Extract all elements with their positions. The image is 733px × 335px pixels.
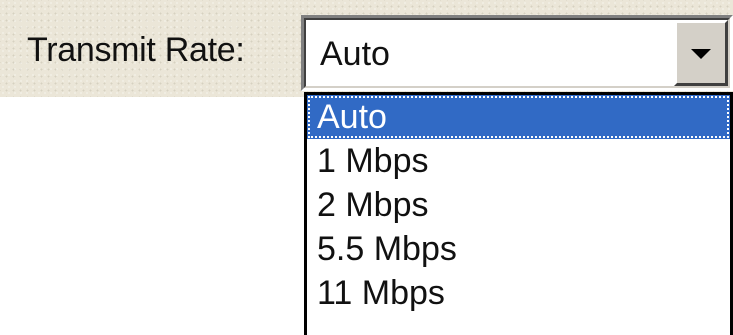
combobox-frame: Auto	[304, 18, 730, 88]
transmit-rate-label: Transmit Rate:	[27, 31, 245, 69]
transmit-rate-combobox[interactable]: Auto	[301, 15, 733, 91]
option-2-mbps[interactable]: 2 Mbps	[307, 183, 730, 227]
option-auto[interactable]: Auto	[307, 95, 730, 139]
combobox-selected-value[interactable]: Auto	[320, 32, 390, 76]
option-5-5-mbps[interactable]: 5.5 Mbps	[307, 227, 730, 271]
option-11-mbps[interactable]: 11 Mbps	[307, 271, 730, 315]
chevron-down-icon	[691, 49, 711, 59]
transmit-rate-options-list[interactable]: Auto 1 Mbps 2 Mbps 5.5 Mbps 11 Mbps	[304, 92, 733, 335]
dropdown-button[interactable]	[674, 20, 728, 86]
option-1-mbps[interactable]: 1 Mbps	[307, 139, 730, 183]
